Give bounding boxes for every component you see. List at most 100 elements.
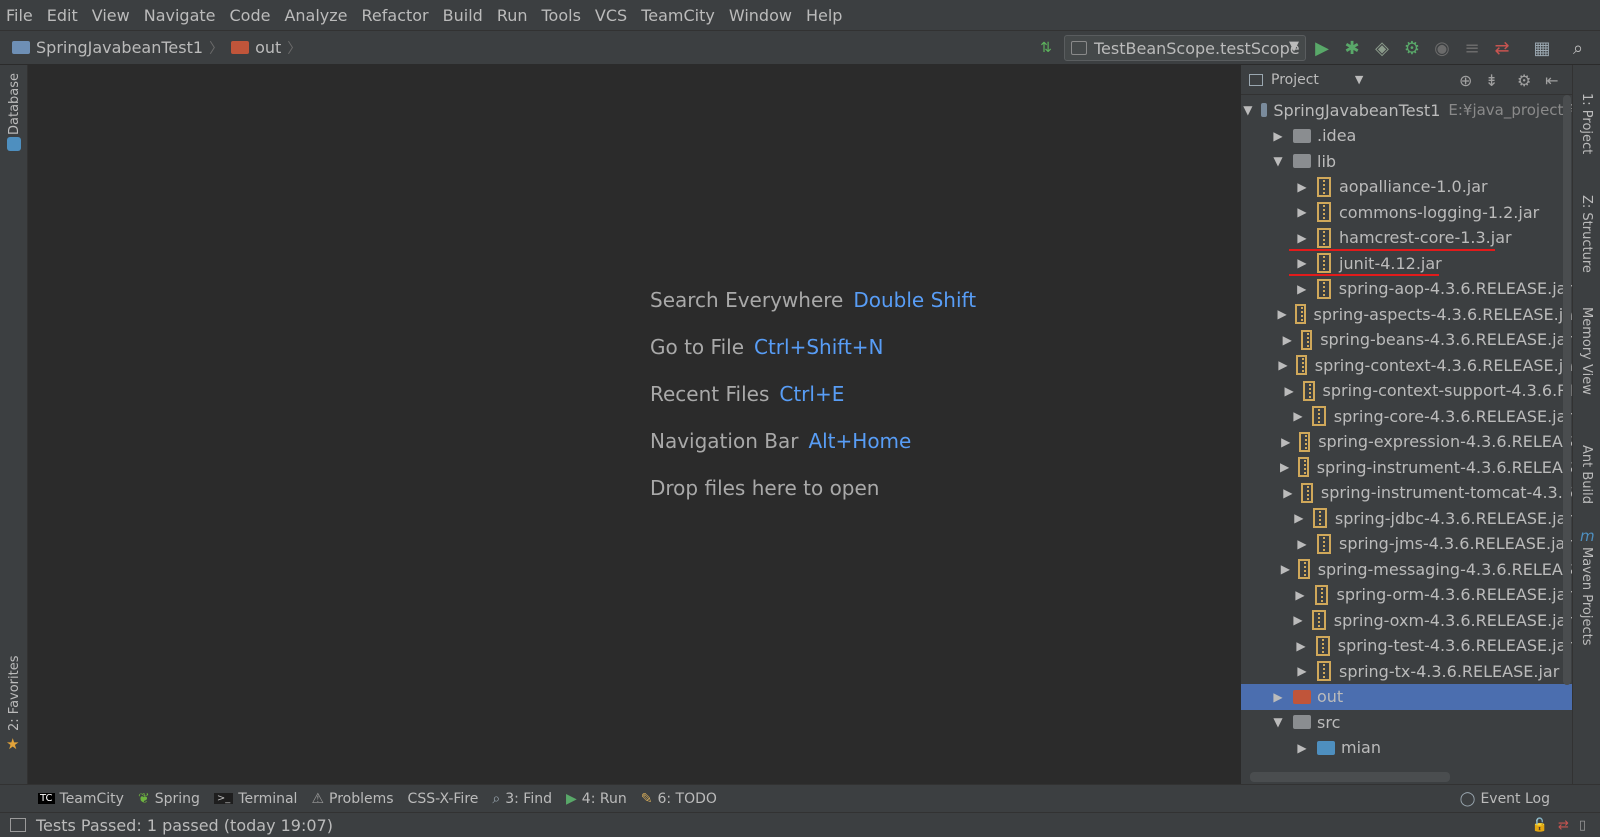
menu-file[interactable]: File bbox=[6, 6, 33, 25]
expanded-arrow-icon[interactable]: ▼ bbox=[1243, 103, 1252, 117]
collapsed-arrow-icon[interactable]: ▶ bbox=[1280, 460, 1290, 474]
menu-view[interactable]: View bbox=[92, 6, 130, 25]
tree-row-jar-item[interactable]: ▶ spring-jms-4.3.6.RELEASE.jar bbox=[1241, 531, 1572, 557]
tree-row-jar-item[interactable]: ▶ spring-jdbc-4.3.6.RELEASE.jar bbox=[1241, 505, 1572, 531]
run-configuration-select[interactable]: TestBeanScope.testScope ▼ bbox=[1064, 35, 1306, 61]
spring-tool[interactable]: ❦ Spring bbox=[138, 791, 200, 807]
build-icon[interactable]: ≡ bbox=[1460, 37, 1484, 59]
terminal-tool[interactable]: >_ Terminal bbox=[213, 791, 297, 807]
event-log-tool[interactable]: ◯ Event Log bbox=[1460, 791, 1550, 807]
menu-run[interactable]: Run bbox=[497, 6, 528, 25]
expanded-arrow-icon[interactable]: ▼ bbox=[1271, 154, 1285, 168]
tree-row-folder-idea[interactable]: ▶ .idea bbox=[1241, 123, 1572, 149]
collapsed-arrow-icon[interactable]: ▶ bbox=[1292, 511, 1305, 525]
collapsed-arrow-icon[interactable]: ▶ bbox=[1282, 486, 1293, 500]
collapsed-arrow-icon[interactable]: ▶ bbox=[1271, 129, 1285, 143]
tree-row-jar-item[interactable]: ▶ hamcrest-core-1.3.jar bbox=[1241, 225, 1572, 251]
tree-row-jar-item[interactable]: ▶ spring-aop-4.3.6.RELEASE.jar bbox=[1241, 276, 1572, 302]
tree-row-jar-item[interactable]: ▶ commons-logging-1.2.jar bbox=[1241, 199, 1572, 225]
project-tree-scrollbar[interactable] bbox=[1563, 95, 1571, 685]
memory-indicator-icon[interactable]: ▯ bbox=[1579, 818, 1586, 833]
tree-row-folder-src[interactable]: ▼ src bbox=[1241, 709, 1572, 735]
stop-icon[interactable]: ◉ bbox=[1430, 37, 1454, 59]
find-tool[interactable]: ⌕ 3: Find bbox=[492, 791, 552, 807]
tree-row-jar-item[interactable]: ▶ spring-oxm-4.3.6.RELEASE.jar bbox=[1241, 607, 1572, 633]
breadcrumb-folder[interactable]: out 〉 bbox=[231, 38, 301, 58]
menu-vcs[interactable]: VCS bbox=[595, 6, 627, 25]
expanded-arrow-icon[interactable]: ▼ bbox=[1271, 715, 1285, 729]
search-icon[interactable]: ⌕ bbox=[1566, 37, 1590, 59]
profile-icon[interactable]: ⚙ bbox=[1400, 37, 1424, 59]
status-message[interactable]: Tests Passed: 1 passed (today 19:07) bbox=[36, 816, 333, 835]
project-tree-hscrollbar[interactable] bbox=[1250, 772, 1450, 782]
menu-analyze[interactable]: Analyze bbox=[284, 6, 347, 25]
tree-row-jar-item[interactable]: ▶ spring-instrument-tomcat-4.3.6 bbox=[1241, 480, 1572, 506]
collapsed-arrow-icon[interactable]: ▶ bbox=[1295, 664, 1309, 678]
tree-row-folder-out[interactable]: ▶ out bbox=[1241, 683, 1572, 710]
problems-tool[interactable]: ⚠ Problems bbox=[311, 791, 393, 807]
collapsed-arrow-icon[interactable]: ▶ bbox=[1284, 384, 1295, 398]
hide-panel-icon[interactable]: ⇤ bbox=[1545, 71, 1558, 90]
collapsed-arrow-icon[interactable]: ▶ bbox=[1277, 307, 1286, 321]
menu-window[interactable]: Window bbox=[729, 6, 792, 25]
tree-row-jar-item[interactable]: ▶ spring-orm-4.3.6.RELEASE.jar bbox=[1241, 582, 1572, 608]
collapsed-arrow-icon[interactable]: ▶ bbox=[1295, 282, 1309, 296]
collapsed-arrow-icon[interactable]: ▶ bbox=[1294, 639, 1308, 653]
tree-row-jar-item[interactable]: ▶ aopalliance-1.0.jar bbox=[1241, 174, 1572, 200]
menu-help[interactable]: Help bbox=[806, 6, 842, 25]
tree-row-jar-item[interactable]: ▶ spring-expression-4.3.6.RELEAS bbox=[1241, 429, 1572, 455]
debug-icon[interactable]: ✱ bbox=[1340, 37, 1364, 59]
vcs-icon[interactable]: ⇄ bbox=[1490, 37, 1514, 59]
database-tool-tab[interactable]: Database bbox=[7, 73, 22, 135]
collapsed-arrow-icon[interactable]: ▶ bbox=[1295, 205, 1309, 219]
memory-view-tool-tab[interactable]: Memory View bbox=[1579, 307, 1594, 395]
tree-row-jar-item[interactable]: ▶ junit-4.12.jar bbox=[1241, 250, 1572, 276]
collapsed-arrow-icon[interactable]: ▶ bbox=[1278, 358, 1288, 372]
menu-refactor[interactable]: Refactor bbox=[362, 6, 429, 25]
tree-row-jar-item[interactable]: ▶ spring-instrument-4.3.6.RELEAS bbox=[1241, 454, 1572, 480]
editor-area[interactable]: Search Everywhere Double Shift Go to File… bbox=[28, 65, 1240, 784]
teamcity-tool[interactable]: TC TeamCity bbox=[38, 791, 124, 807]
tree-row-folder-lib[interactable]: ▼ lib bbox=[1241, 148, 1572, 174]
tree-row-jar-item[interactable]: ▶ spring-context-support-4.3.6.RI bbox=[1241, 378, 1572, 404]
menu-navigate[interactable]: Navigate bbox=[144, 6, 216, 25]
css-x-fire-tool[interactable]: CSS-X-Fire bbox=[408, 791, 479, 807]
collapsed-arrow-icon[interactable]: ▶ bbox=[1281, 435, 1291, 449]
collapsed-arrow-icon[interactable]: ▶ bbox=[1271, 690, 1285, 704]
collapsed-arrow-icon[interactable]: ▶ bbox=[1291, 613, 1304, 627]
project-panel-title[interactable]: Project bbox=[1271, 72, 1319, 88]
maven-projects-tool-tab[interactable]: Maven Projects bbox=[1579, 547, 1594, 646]
tree-row-jar-item[interactable]: ▶ spring-context-4.3.6.RELEASE.ja bbox=[1241, 352, 1572, 378]
todo-tool[interactable]: ✎ 6: TODO bbox=[641, 791, 717, 807]
git-branch-icon[interactable]: ⇄ bbox=[1558, 818, 1569, 833]
collapsed-arrow-icon[interactable]: ▶ bbox=[1295, 537, 1309, 551]
ant-build-tool-tab[interactable]: Ant Build bbox=[1579, 445, 1594, 504]
tree-row-jar-item[interactable]: ▶ spring-messaging-4.3.6.RELEAS bbox=[1241, 556, 1572, 582]
menu-code[interactable]: Code bbox=[230, 6, 271, 25]
collapsed-arrow-icon[interactable]: ▶ bbox=[1295, 741, 1309, 755]
gear-icon[interactable]: ⚙ bbox=[1517, 71, 1531, 90]
collapse-all-icon[interactable]: ⇟ bbox=[1485, 71, 1498, 90]
collapsed-arrow-icon[interactable]: ▶ bbox=[1295, 180, 1309, 194]
collapsed-arrow-icon[interactable]: ▶ bbox=[1293, 588, 1307, 602]
menu-tools[interactable]: Tools bbox=[542, 6, 581, 25]
menu-edit[interactable]: Edit bbox=[47, 6, 78, 25]
collapsed-arrow-icon[interactable]: ▶ bbox=[1291, 409, 1304, 423]
run-tool[interactable]: ▶ 4: Run bbox=[566, 791, 627, 807]
breadcrumb-project[interactable]: SpringJavabeanTest1 〉 bbox=[12, 38, 223, 58]
run-icon[interactable]: ▶ bbox=[1310, 37, 1334, 59]
project-structure-icon[interactable]: ▦ bbox=[1530, 37, 1554, 59]
tool-windows-toggle-icon[interactable] bbox=[10, 818, 26, 832]
tree-row-project-root[interactable]: ▼ SpringJavabeanTest1 E:¥java_project¥ bbox=[1241, 97, 1572, 123]
sort-tests-icon[interactable]: ⇅ bbox=[1034, 37, 1058, 59]
favorites-tool-tab[interactable]: 2: Favorites bbox=[7, 655, 22, 731]
run-coverage-icon[interactable]: ◈ bbox=[1370, 37, 1394, 59]
lock-icon[interactable]: 🔓 bbox=[1532, 818, 1548, 833]
tree-row-jar-item[interactable]: ▶ spring-beans-4.3.6.RELEASE.jar bbox=[1241, 327, 1572, 353]
chevron-down-icon[interactable]: ▼ bbox=[1355, 73, 1363, 86]
tree-row-folder-mian[interactable]: ▶ mian bbox=[1241, 735, 1572, 761]
tree-row-jar-item[interactable]: ▶ spring-tx-4.3.6.RELEASE.jar bbox=[1241, 658, 1572, 684]
collapsed-arrow-icon[interactable]: ▶ bbox=[1280, 562, 1290, 576]
project-tool-tab[interactable]: 1: Project bbox=[1579, 93, 1594, 154]
collapsed-arrow-icon[interactable]: ▶ bbox=[1295, 256, 1309, 270]
